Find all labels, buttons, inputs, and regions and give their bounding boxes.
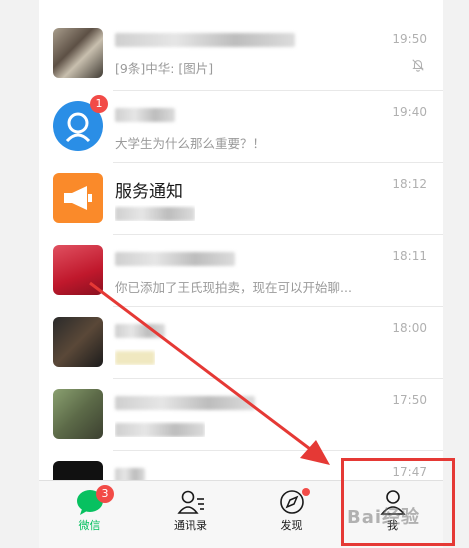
chat-preview xyxy=(115,349,155,365)
chat-preview: [9条]中华: [图片] xyxy=(115,61,214,76)
new-dot-indicator xyxy=(302,488,310,496)
contact-avatar xyxy=(53,461,103,480)
megaphone-icon xyxy=(64,186,92,210)
chat-preview xyxy=(115,205,195,221)
chat-item[interactable]: 服务通知 18:12 xyxy=(39,163,443,235)
tab-label: 通讯录 xyxy=(174,519,207,532)
chat-list: [9条]中华: [图片] 19:50 1 大学生为什么那么重要？！ 19:40 xyxy=(39,0,443,480)
contact-avatar xyxy=(53,245,103,295)
group-avatar xyxy=(53,28,103,78)
tab-label: 发现 xyxy=(280,519,303,532)
chat-item[interactable]: 17:50 xyxy=(39,379,443,451)
chat-time: 19:40 xyxy=(392,105,427,119)
tab-label: 微信 xyxy=(78,519,101,532)
tab-chats[interactable]: 3 微信 xyxy=(39,481,140,548)
chat-preview: 大学生为什么那么重要？！ xyxy=(115,136,266,151)
chat-time: 18:11 xyxy=(392,249,427,263)
service-notice-avatar xyxy=(53,173,103,223)
contacts-icon xyxy=(176,490,204,514)
tab-contacts[interactable]: 通讯录 xyxy=(140,481,241,548)
watermark-logo: Bai经验 xyxy=(347,507,421,528)
chat-item[interactable]: 18:00 xyxy=(39,307,443,379)
chat-time: 17:50 xyxy=(392,393,427,407)
chat-name xyxy=(115,465,145,480)
chat-item[interactable]: 你已添加了王氏现拍卖，现在可以开始聊... 18:11 xyxy=(39,235,443,307)
unread-badge: 3 xyxy=(96,485,114,503)
chat-time: 18:00 xyxy=(392,321,427,335)
chat-name xyxy=(115,249,235,269)
annotation-highlight-box xyxy=(341,458,455,546)
contact-avatar xyxy=(53,317,103,367)
chat-item[interactable]: [9条]中华: [图片] 19:50 xyxy=(39,0,443,91)
unread-badge: 1 xyxy=(90,95,108,113)
chat-name xyxy=(115,321,165,341)
contact-avatar xyxy=(53,389,103,439)
mute-bell-icon xyxy=(412,59,424,72)
chat-name xyxy=(115,30,295,50)
chat-preview xyxy=(115,421,205,437)
chat-item[interactable]: 1 大学生为什么那么重要？！ 19:40 xyxy=(39,91,443,163)
chat-preview: 你已添加了王氏现拍卖，现在可以开始聊... xyxy=(115,280,352,295)
chat-time: 18:12 xyxy=(392,177,427,191)
chat-name xyxy=(115,393,255,413)
tab-discover[interactable]: 发现 xyxy=(241,481,342,548)
chat-time: 19:50 xyxy=(392,32,427,46)
chat-name: 服务通知 xyxy=(115,182,183,202)
chat-name xyxy=(115,105,175,125)
